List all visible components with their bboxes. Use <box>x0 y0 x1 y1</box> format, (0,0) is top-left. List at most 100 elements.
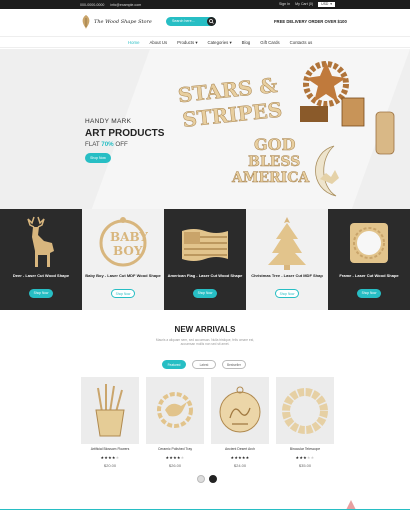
sign-in-link[interactable]: Sign In <box>279 2 290 6</box>
new-arrivals-title: NEW ARRIVALS <box>174 325 236 334</box>
offer-discount: 70% <box>101 141 114 148</box>
product-name[interactable]: Artificial Blossom Flowers <box>81 447 139 451</box>
category-label: American Flag - Laser Cut Wood Shape <box>167 273 243 278</box>
category-card[interactable]: BABY BOY Baby Boy - Laser Cut MDF Wood S… <box>82 209 164 310</box>
nav-products-label: Products <box>177 40 195 45</box>
chevron-down-icon: ▾ <box>229 40 232 45</box>
header: The Wood Shape Store Search here... FREE… <box>0 9 410 36</box>
shop-now-button[interactable]: Shop Now <box>29 289 53 298</box>
product-price: $20.00 <box>103 463 117 468</box>
crescent-moon <box>315 145 337 197</box>
category-card[interactable]: Christmas Tree - Laser Cut MDF Shap Shop… <box>246 209 328 310</box>
currency-select[interactable]: USD ▾ <box>318 1 335 7</box>
product-card[interactable]: Ceramic Polished Tray ★★★★★ $26.00 <box>146 377 204 475</box>
ornament-disc-icon <box>219 386 261 433</box>
footer-strip <box>0 500 410 510</box>
category-label: Baby Boy - Laser Cut MDF Wood Shape <box>85 273 161 278</box>
product-image[interactable] <box>81 377 139 444</box>
hero-banner: STARS & STRIPES GOD BLESS AMERICA HANDY … <box>0 49 410 209</box>
tab-featured[interactable]: Featured <box>162 360 186 369</box>
flag-icon <box>182 229 228 261</box>
baby-boy-icon: BABY BOY <box>99 217 148 267</box>
frame-icon <box>350 223 388 263</box>
tab-bestseller[interactable]: Bestseller <box>222 360 246 369</box>
hero-subtitle: HANDY MARK <box>85 118 132 125</box>
rating-stars: ★★★★★ <box>230 455 250 460</box>
nav-categories[interactable]: Categories ▾ <box>208 40 232 46</box>
new-arrivals-subtitle: Mauris a aliquam sem, sed accumsan. Null… <box>155 338 255 347</box>
category-card[interactable]: Frame - Laser Cut Wood Shape Shop Now <box>328 209 410 310</box>
category-card[interactable]: American Flag - Laser Cut Wood Shape Sho… <box>164 209 246 310</box>
tab-latest[interactable]: Latest <box>192 360 216 369</box>
nav-products[interactable]: Products ▾ <box>177 40 197 46</box>
top-bar: 000-0000-0000 info@example.com Sign In M… <box>0 0 410 9</box>
nav-about[interactable]: About Us <box>149 40 167 46</box>
svg-text:BOY: BOY <box>113 244 143 258</box>
product-image[interactable] <box>276 377 334 444</box>
product-card[interactable]: Binocular Telescope ★★★★★ $35.00 <box>276 377 334 475</box>
hero-bless-text: BLESS <box>248 154 300 170</box>
chevron-down-icon: ▾ <box>330 1 332 6</box>
main-nav: Home About Us Products ▾ Categories ▾ Bl… <box>0 36 410 48</box>
flower-pot-icon <box>95 384 125 437</box>
logo[interactable]: The Wood Shape Store <box>80 14 152 30</box>
carousel-dots <box>197 475 217 483</box>
product-image[interactable] <box>146 377 204 444</box>
product-card[interactable]: Artificial Blossom Flowers ★★★★★ $20.00 <box>81 377 139 475</box>
rating-stars: ★★★★★ <box>100 455 120 460</box>
carousel-dot[interactable] <box>197 475 205 483</box>
logo-icon <box>82 15 90 29</box>
email-text[interactable]: info@example.com <box>110 3 141 7</box>
search-icon <box>209 19 214 24</box>
product-image[interactable] <box>211 377 269 444</box>
product-name[interactable]: Ceramic Polished Tray <box>146 447 204 451</box>
shop-now-button[interactable]: Shop Now <box>357 289 381 298</box>
nav-categories-label: Categories <box>207 40 229 45</box>
product-grid: Artificial Blossom Flowers ★★★★★ $20.00 … <box>81 377 334 475</box>
category-card[interactable]: Deer - Laser Cut Wood Shape Shop Now <box>0 209 82 310</box>
shop-now-button[interactable]: Shop Now <box>111 289 135 298</box>
search-button[interactable] <box>207 17 216 26</box>
phone-text: 000-0000-0000 <box>80 2 105 7</box>
hero-shop-button[interactable]: Shop Now <box>85 153 111 163</box>
nav-contacts[interactable]: Contacts us <box>290 40 313 46</box>
wood-box <box>300 106 328 122</box>
hero-product-image: STARS & STRIPES GOD BLESS AMERICA <box>176 61 395 197</box>
product-tabs: Featured Latest Bestseller <box>162 360 246 369</box>
category-label: Frame - Laser Cut Wood Shape <box>339 273 399 278</box>
nav-home[interactable]: Home <box>128 40 139 46</box>
wood-card <box>341 97 365 127</box>
product-name[interactable]: Ancient Desert Arch <box>211 447 269 451</box>
bird-tray-icon <box>157 392 193 428</box>
nav-gift-cards[interactable]: Gift Cards <box>260 40 279 46</box>
shop-now-button[interactable]: Shop Now <box>193 289 217 298</box>
product-card[interactable]: Ancient Desert Arch ★★★★★ $24.00 <box>211 377 269 475</box>
offer-prefix: FLAT <box>85 141 100 148</box>
rating-stars: ★★★★★ <box>165 455 185 460</box>
promo-text: FREE DELIVERY ORDER OVER $100 <box>274 19 347 24</box>
hero-offer: FLAT 70% OFF <box>85 141 128 148</box>
offer-suffix: OFF <box>115 141 128 148</box>
store-name: The Wood Shape Store <box>94 19 152 25</box>
carousel-dot-active[interactable] <box>209 475 217 483</box>
product-price: $24.00 <box>233 463 247 468</box>
shop-now-button[interactable]: Shop Now <box>275 289 299 298</box>
hero-america-text: AMERICA <box>231 170 310 186</box>
svg-text:BABY: BABY <box>110 230 148 244</box>
currency-value: USD <box>321 1 329 6</box>
category-label: Deer - Laser Cut Wood Shape <box>12 273 70 278</box>
product-price: $26.00 <box>168 463 182 468</box>
search-input[interactable]: Search here... <box>172 19 195 23</box>
search-bar[interactable]: Search here... <box>166 17 216 26</box>
category-row: Deer - Laser Cut Wood Shape Shop Now BAB… <box>0 209 410 310</box>
chevron-down-icon: ▾ <box>195 40 198 45</box>
product-name[interactable]: Binocular Telescope <box>276 447 334 451</box>
hero-title: ART PRODUCTS <box>85 128 165 139</box>
product-price: $35.00 <box>298 463 312 468</box>
nav-blog[interactable]: Blog <box>242 40 251 46</box>
category-label: Christmas Tree - Laser Cut MDF Shap <box>251 273 323 278</box>
wood-lantern <box>375 111 395 155</box>
rating-stars: ★★★★★ <box>295 455 315 460</box>
my-cart-link[interactable]: My Cart (0) <box>295 2 313 6</box>
scalloped-ring-icon <box>282 388 328 434</box>
